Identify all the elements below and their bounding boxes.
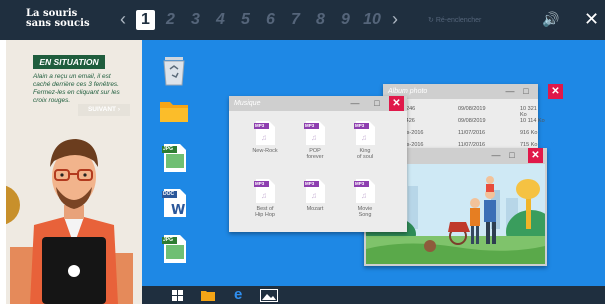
mp3-badge: MP3 [355,181,365,186]
jpg-badge: JPG [163,146,174,152]
mp3-file-king-of-soul[interactable]: ♫ MP3 King of soul [345,120,385,160]
file-date: 09/08/2019 [458,106,486,112]
speaker-icon[interactable]: 🔊 [542,11,559,28]
step-2[interactable]: 2 [161,10,180,30]
situation-title: EN SITUATION [33,55,105,69]
step-list: 1 2 3 4 5 6 7 8 9 10 [136,10,389,30]
windows-start-icon[interactable] [172,290,183,301]
mp3-badge: MP3 [305,181,315,186]
step-5[interactable]: 5 [236,10,255,30]
album-close-button[interactable]: ✕ [548,84,563,99]
photos-app-icon[interactable] [260,289,278,302]
restart-hint[interactable]: ↻ Ré-enclencher [428,16,481,24]
mp3-file-best-of-hip-hop[interactable]: ♫ MP3 Best of Hip Hop [245,178,285,218]
mp3-badge: MP3 [355,123,365,128]
mp3-file-pop-forever[interactable]: ♫ MP3 POP forever [295,120,335,160]
svg-text:♫: ♫ [261,191,267,200]
svg-text:W: W [171,203,185,218]
svg-text:♫: ♫ [361,191,367,200]
svg-text:♫: ♫ [311,133,317,142]
desktop-jpg-file-1[interactable]: JPG [162,143,188,173]
close-app-icon[interactable]: ✕ [584,9,599,30]
minimize-icon[interactable]: — [503,84,517,99]
folder-icon[interactable] [158,98,190,124]
mp3-badge: MP3 [255,181,265,186]
svg-text:♫: ♫ [361,133,367,142]
file-explorer-icon[interactable] [200,289,216,302]
top-bar: La souris sans soucis ‹ 1 2 3 4 5 6 7 8 … [0,0,605,40]
desktop-doc-file[interactable]: W DOC [162,188,188,218]
file-label: New-Rock [252,148,278,154]
file-size: 10 114 Ko [520,118,545,124]
edge-browser-icon[interactable]: e [234,286,242,304]
svg-text:♫: ♫ [261,133,267,142]
mp3-file-mozart[interactable]: ♫ MP3 Mozart [295,178,335,212]
step-9[interactable]: 9 [336,10,355,30]
maximize-icon[interactable]: □ [370,96,384,111]
next-button-label: SUIVANT [87,106,117,113]
mp3-file-new-rock[interactable]: ♫ MP3 New-Rock [245,120,285,154]
mp3-file-movie-song[interactable]: ♫ MP3 Movie Song [345,178,385,218]
file-date: 09/08/2019 [458,118,486,124]
presenter-character-illustration [6,139,133,304]
recycle-bin-icon[interactable] [160,55,188,87]
file-size: 916 Ko [520,130,538,136]
doc-badge: DOC [163,191,175,197]
app-logo: La souris sans soucis [26,9,96,29]
mp3-badge: MP3 [255,123,265,128]
step-4[interactable]: 4 [211,10,230,30]
music-close-button[interactable]: ✕ [389,96,404,111]
logo-line-2: sans soucis [26,18,90,29]
maximize-icon[interactable]: □ [505,148,519,163]
svg-text:♫: ♫ [311,191,317,200]
situation-text: Alain a reçu un email, il est caché derr… [33,73,120,104]
prev-step-icon[interactable]: ‹ [120,9,126,29]
step-1[interactable]: 1 [136,10,155,30]
desktop-jpg-file-2[interactable]: JPG [162,234,188,264]
file-label-line-2: Hip Hop [255,212,275,218]
step-7[interactable]: 7 [286,10,305,30]
taskbar: e [142,286,605,304]
file-size: 10 321 Ko [520,106,537,118]
step-10[interactable]: 10 [361,10,383,30]
next-button[interactable]: SUIVANT › [78,104,130,116]
jpg-badge: JPG [163,237,174,243]
file-label: Mozart [306,206,324,212]
next-step-icon[interactable]: › [392,9,398,29]
step-3[interactable]: 3 [186,10,205,30]
restart-hint-label: Ré-enclencher [435,17,482,24]
file-label-line-2: of soul [356,154,374,160]
maximize-icon[interactable]: □ [519,84,533,99]
step-6[interactable]: 6 [261,10,280,30]
minimize-icon[interactable]: — [348,96,362,111]
minimize-icon[interactable]: — [489,148,503,163]
mp3-badge: MP3 [305,123,315,128]
photo-close-button[interactable]: ✕ [528,148,543,163]
step-8[interactable]: 8 [311,10,330,30]
file-label-line-2: Song [358,212,372,218]
file-label-line-2: forever [306,154,324,160]
file-date: 11/07/2016 [458,130,486,136]
